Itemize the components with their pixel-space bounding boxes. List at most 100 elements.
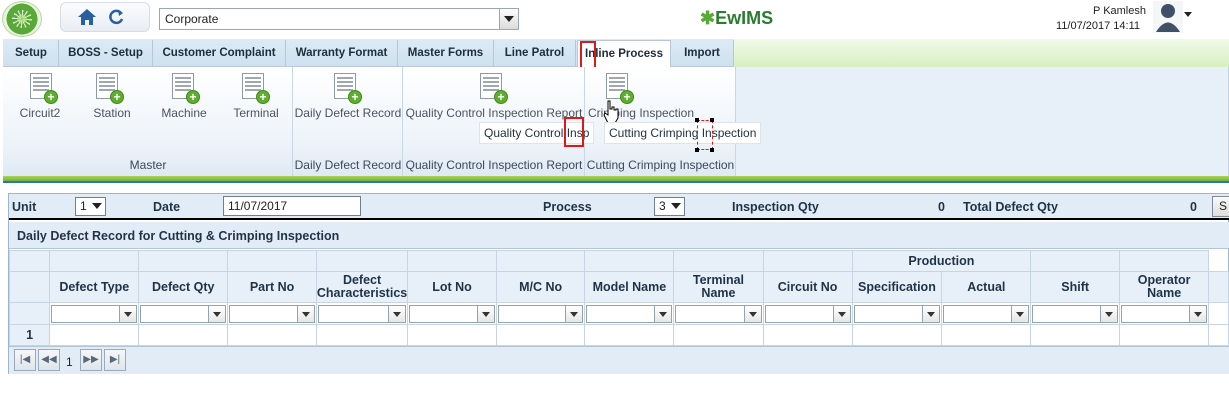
column-filter-select[interactable] (497, 304, 584, 323)
selection-handle[interactable] (710, 148, 714, 152)
column-header[interactable]: Terminal Name (673, 271, 764, 303)
table-cell[interactable] (407, 324, 497, 346)
column-header[interactable]: Lot No (407, 271, 497, 303)
chevron-down-icon[interactable] (832, 305, 850, 322)
selection-handle[interactable] (695, 118, 699, 122)
column-filter-select[interactable] (51, 304, 138, 323)
ribbon-button-label: Station (93, 106, 131, 120)
table-cell[interactable] (138, 324, 229, 346)
ribbon-button-station[interactable]: + Station (86, 73, 138, 123)
column-filter-select[interactable] (675, 304, 762, 323)
column-filter-select[interactable] (1121, 304, 1208, 323)
column-header[interactable]: Shift (1030, 271, 1121, 303)
chevron-down-icon[interactable] (1189, 305, 1207, 322)
chevron-down-icon[interactable] (1100, 305, 1118, 322)
selection-handle[interactable] (695, 148, 699, 152)
home-icon[interactable] (77, 8, 97, 26)
chevron-down-icon[interactable] (1011, 305, 1029, 322)
column-filter-select[interactable] (764, 304, 851, 323)
column-header[interactable]: Defect Characteristics (315, 271, 409, 303)
add-icon: + (620, 90, 634, 104)
add-icon: + (44, 90, 58, 104)
next-page-icon[interactable]: ▶▶ (80, 349, 102, 371)
user-avatar-icon[interactable] (1153, 1, 1183, 33)
table-cell[interactable] (673, 324, 764, 346)
date-input[interactable]: 11/07/2017 (223, 196, 361, 216)
last-page-icon[interactable]: ▶| (104, 349, 126, 371)
table-cell[interactable] (584, 324, 675, 346)
table-cell[interactable] (227, 324, 317, 346)
add-icon: + (348, 90, 362, 104)
column-header[interactable]: Circuit No (762, 271, 853, 303)
brand-name: EwIMS (715, 8, 774, 28)
chevron-down-icon[interactable] (743, 305, 761, 322)
tab-warranty-format[interactable]: Warranty Format (286, 40, 398, 67)
table-cell[interactable] (495, 324, 586, 346)
column-filter-select[interactable] (853, 304, 941, 323)
chevron-down-icon[interactable] (119, 305, 137, 322)
prev-page-icon[interactable]: ◀◀ (38, 349, 60, 371)
column-filter-select[interactable] (943, 304, 1030, 323)
pager (9, 346, 1229, 374)
table-cell[interactable] (1030, 324, 1121, 346)
chevron-down-icon[interactable] (476, 305, 494, 322)
selection-handle[interactable] (710, 118, 714, 122)
table-cell[interactable] (941, 324, 1032, 346)
chevron-down-icon[interactable] (565, 305, 583, 322)
first-page-icon[interactable]: |◀ (14, 349, 36, 371)
chevron-down-icon[interactable] (208, 305, 226, 322)
column-header[interactable]: M/C No (495, 271, 586, 303)
chevron-down-icon[interactable] (388, 305, 406, 322)
chevron-down-icon[interactable] (296, 305, 314, 322)
submenu-cutting-crimping-inspection[interactable]: Cutting Crimping Inspection (604, 122, 762, 144)
row-number: 1 (8, 324, 51, 346)
refresh-icon[interactable] (107, 8, 125, 26)
group-label-master: Master (129, 158, 167, 172)
ribbon-button-label: Machine (161, 106, 207, 120)
ribbon-button-circuit2[interactable]: + Circuit2 (14, 73, 66, 123)
table-cell[interactable] (315, 324, 409, 346)
column-header[interactable]: Part No (227, 271, 317, 303)
organization-select-dropdown[interactable] (499, 9, 518, 29)
tab-boss-setup[interactable]: BOSS - Setup (59, 40, 153, 67)
column-filter-select[interactable] (1032, 304, 1119, 323)
table-cell[interactable] (851, 324, 943, 346)
tab-line-patrol[interactable]: Line Patrol (494, 40, 576, 67)
ribbon-button-daily-defect-record[interactable]: + Daily Defect Record (294, 73, 402, 123)
filter-row-header (8, 302, 51, 325)
column-header[interactable]: Operator Name (1119, 271, 1210, 303)
column-header[interactable]: Defect Qty (138, 271, 229, 303)
group-label-qc-report: Quality Control Inspection Report (405, 158, 583, 172)
user-menu-caret-icon[interactable] (1184, 12, 1192, 17)
table-cell[interactable] (762, 324, 853, 346)
ribbon-button-machine[interactable]: + Machine (158, 73, 210, 123)
column-filter-select[interactable] (317, 304, 407, 323)
ribbon-button-terminal[interactable]: + Terminal (228, 73, 284, 123)
column-header[interactable]: Actual (941, 271, 1032, 303)
table-row[interactable]: 1 (8, 324, 1229, 346)
process-select[interactable]: 3 (654, 197, 685, 216)
column-filter-select[interactable] (229, 304, 315, 323)
table-cell[interactable] (1119, 324, 1210, 346)
chevron-down-icon[interactable] (654, 305, 672, 322)
chevron-down-icon (92, 203, 102, 209)
column-filter-select[interactable] (140, 304, 227, 323)
tab-master-forms[interactable]: Master Forms (398, 40, 494, 67)
ribbon-button-qc-inspection-report[interactable]: + Quality Control Inspection Report (404, 73, 584, 123)
column-filter-select[interactable] (409, 304, 495, 323)
unit-select-value: 1 (80, 199, 87, 213)
column-header[interactable]: Model Name (584, 271, 675, 303)
unit-select[interactable]: 1 (75, 197, 106, 216)
table-cell[interactable] (49, 324, 140, 346)
tab-setup[interactable]: Setup (4, 40, 59, 67)
chevron-down-icon[interactable] (922, 305, 940, 322)
save-button[interactable]: S (1212, 196, 1229, 217)
app-logo-icon[interactable] (2, 1, 42, 37)
defect-grid: Production Defect Type Defect Qty Part N… (8, 250, 1229, 346)
tab-customer-complaint[interactable]: Customer Complaint (153, 40, 286, 67)
tab-import[interactable]: Import (671, 40, 734, 67)
column-filter-select[interactable] (586, 304, 673, 323)
divider (3, 181, 1229, 183)
column-header[interactable]: Specification (851, 271, 943, 303)
column-header[interactable]: Defect Type (49, 271, 140, 303)
